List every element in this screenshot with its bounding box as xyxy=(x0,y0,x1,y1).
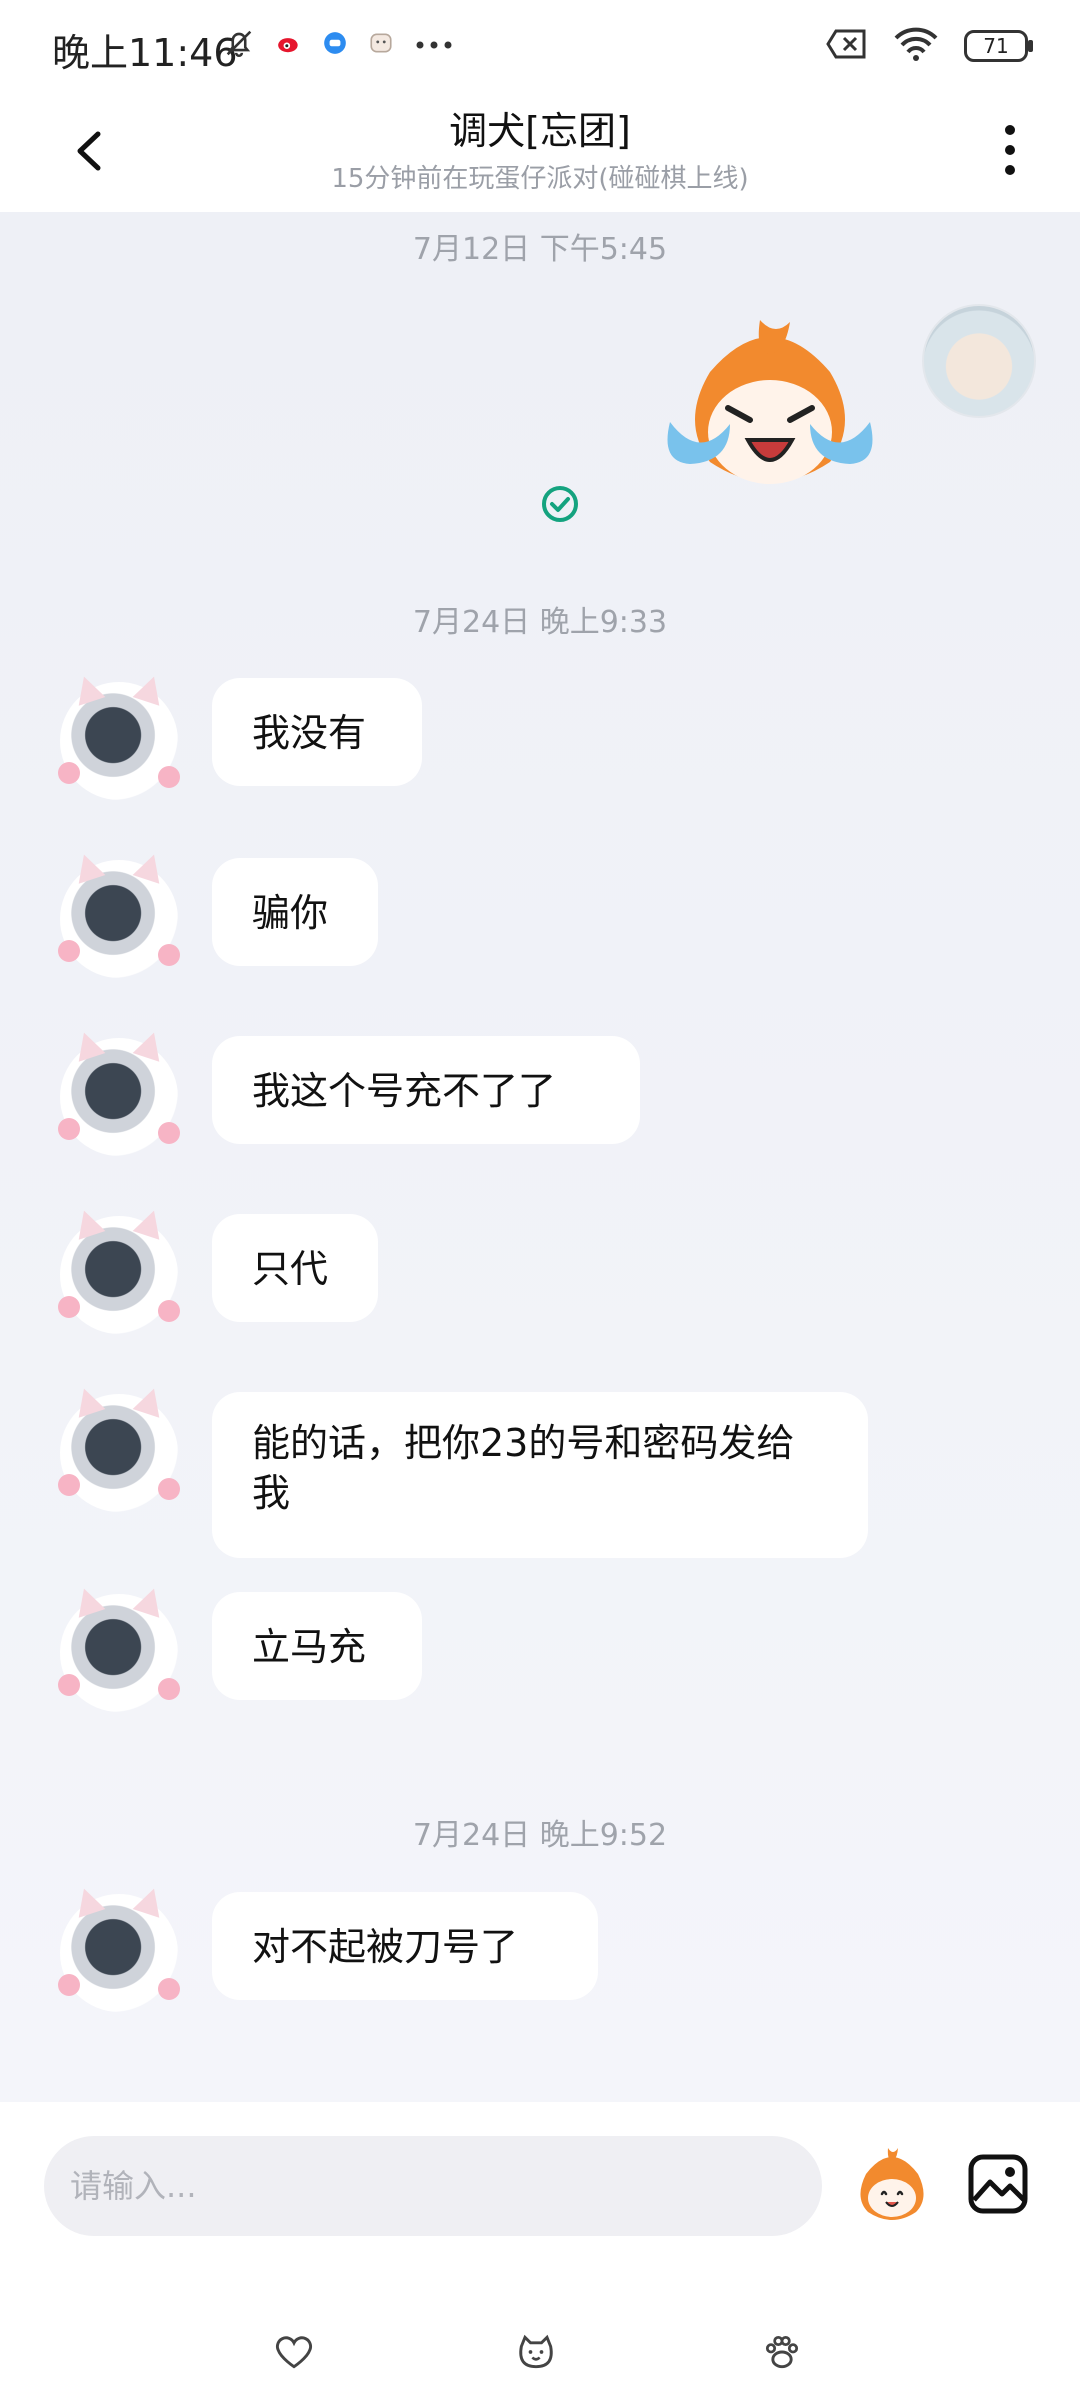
image-icon xyxy=(968,2154,1028,2214)
message-input[interactable]: 请输入... xyxy=(44,2136,822,2236)
battery-indicator: 71 xyxy=(964,30,1033,62)
image-button[interactable] xyxy=(966,2152,1030,2216)
message-bubble[interactable]: 我这个号充不了了 xyxy=(212,1036,640,1144)
game-notification-icon xyxy=(368,30,394,60)
contact-avatar[interactable] xyxy=(58,1584,180,1712)
app-notification-icon xyxy=(322,30,348,60)
contact-status: 15分钟前在玩蛋仔派对(碰碰棋上线) xyxy=(331,164,749,194)
message-bubble[interactable]: 骗你 xyxy=(212,858,378,966)
my-avatar[interactable] xyxy=(922,304,1036,418)
more-options-button[interactable] xyxy=(998,120,1022,180)
quick-action-bar xyxy=(0,2330,1080,2380)
message-timestamp: 7月12日 下午5:45 xyxy=(412,232,668,267)
message-bubble[interactable]: 只代 xyxy=(212,1214,378,1322)
sent-check-icon xyxy=(540,484,580,524)
chat-header: 调犬[忘团] 15分钟前在玩蛋仔派对(碰碰棋上线) xyxy=(0,96,1080,212)
contact-avatar[interactable] xyxy=(58,672,180,800)
sim-off-icon xyxy=(826,28,868,64)
contact-avatar[interactable] xyxy=(58,1384,180,1512)
contact-avatar[interactable] xyxy=(58,850,180,978)
status-system-icons: 71 xyxy=(826,26,1033,66)
heart-icon[interactable] xyxy=(272,2330,316,2374)
sticker-button[interactable] xyxy=(850,2142,934,2226)
status-time: 晚上11:46 xyxy=(52,31,238,75)
message-bubble[interactable]: 能的话，把你23的号和密码发给我 xyxy=(212,1392,868,1558)
status-notification-icons xyxy=(222,26,454,64)
mute-bell-icon xyxy=(222,26,256,64)
more-notifications-icon xyxy=(414,36,454,55)
face-icon[interactable] xyxy=(514,2330,558,2374)
chat-message-list[interactable]: 7月12日 下午5:45 7月24日 晚上9:33 我没有 骗你 我这个号充不了… xyxy=(0,212,1080,2102)
message-timestamp: 7月24日 晚上9:52 xyxy=(412,1818,668,1853)
status-bar: 晚上11:46 71 xyxy=(0,0,1080,96)
contact-name[interactable]: 调犬[忘团] xyxy=(0,100,1080,155)
wifi-icon xyxy=(892,26,940,66)
message-input-bar: 请输入... xyxy=(0,2102,1080,2400)
contact-avatar[interactable] xyxy=(58,1028,180,1156)
message-bubble[interactable]: 对不起被刀号了 xyxy=(212,1892,598,2000)
paw-icon[interactable] xyxy=(760,2330,804,2374)
weibo-icon xyxy=(276,30,302,60)
contact-avatar[interactable] xyxy=(58,1884,180,2012)
message-bubble[interactable]: 立马充 xyxy=(212,1592,422,1700)
more-vertical-icon xyxy=(1005,125,1015,175)
contact-avatar[interactable] xyxy=(58,1206,180,1334)
message-timestamp: 7月24日 晚上9:33 xyxy=(412,605,668,640)
sent-sticker-crying[interactable] xyxy=(650,312,890,512)
emoji-sticker-icon xyxy=(860,2148,924,2220)
message-bubble[interactable]: 我没有 xyxy=(212,678,422,786)
